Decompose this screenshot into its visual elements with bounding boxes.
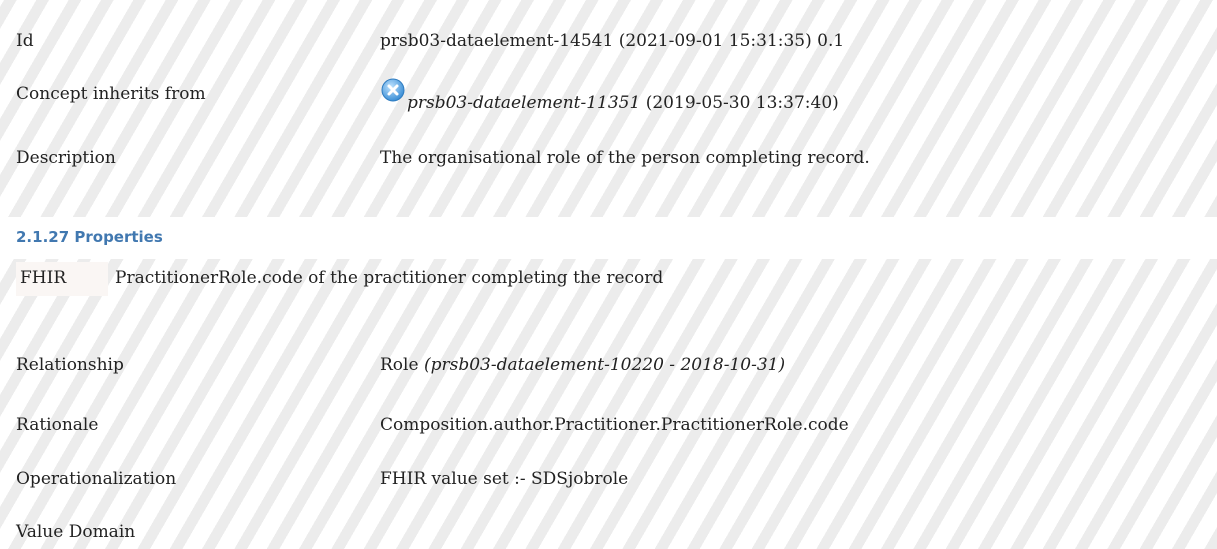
- id-label: Id: [16, 31, 34, 51]
- relationship-value: Role (prsb03-dataelement-10220 - 2018-10…: [380, 355, 785, 375]
- id-value: prsb03-dataelement-14541 (2021-09-01 15:…: [380, 31, 845, 51]
- properties-section: [0, 259, 1217, 549]
- relationship-label: Relationship: [16, 355, 124, 375]
- operationalization-label: Operationalization: [16, 469, 177, 489]
- fhir-tag: FHIR: [16, 262, 108, 296]
- inherits-value: prsb03-dataelement-11351 (2019-05-30 13:…: [407, 93, 839, 113]
- properties-heading-bar: 2.1.27 Properties: [0, 217, 1217, 259]
- rationale-label: Rationale: [16, 415, 99, 435]
- rationale-value: Composition.author.Practitioner.Practiti…: [380, 415, 849, 435]
- fhir-tag-label: FHIR: [20, 268, 67, 288]
- description-value: The organisational role of the person co…: [380, 148, 870, 168]
- inherits-ref[interactable]: prsb03-dataelement-11351: [407, 93, 640, 113]
- relationship-name: Role: [380, 355, 419, 375]
- properties-heading: 2.1.27 Properties: [16, 228, 163, 246]
- inherits-date: (2019-05-30 13:37:40): [645, 93, 839, 113]
- operationalization-value: FHIR value set :- SDSjobrole: [380, 469, 629, 489]
- relationship-ref[interactable]: (prsb03-dataelement-10220 - 2018-10-31): [424, 355, 785, 375]
- value-domain-label: Value Domain: [16, 522, 136, 542]
- remove-circle-icon[interactable]: [381, 78, 405, 102]
- fhir-text: PractitionerRole.code of the practitione…: [115, 268, 664, 288]
- description-label: Description: [16, 148, 116, 168]
- inherits-label: Concept inherits from: [16, 84, 206, 104]
